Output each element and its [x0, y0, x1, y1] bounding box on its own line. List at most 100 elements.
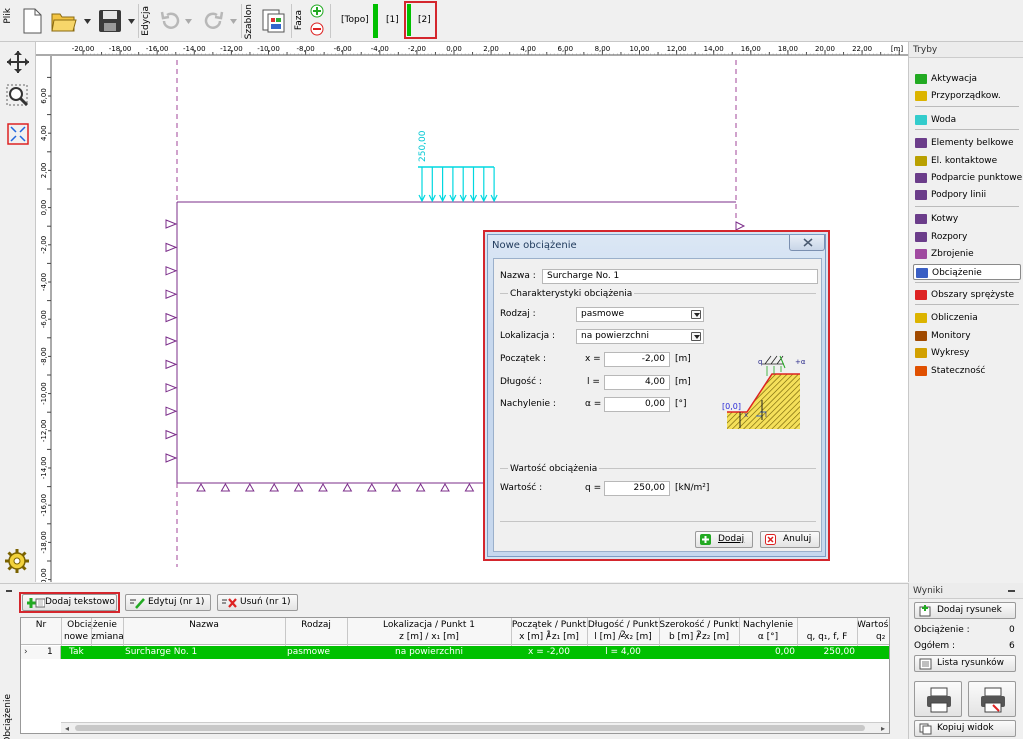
results-load-count: 0 — [1009, 625, 1015, 635]
value-input[interactable]: 250,00 — [604, 481, 670, 496]
mode-item-calc[interactable]: Obliczenia — [913, 310, 1021, 326]
mode-item-water[interactable]: Woda — [913, 112, 1021, 128]
mode-item-line-support[interactable]: Podpory linii — [913, 187, 1021, 203]
start-input[interactable]: -2,00 — [604, 352, 670, 367]
mode-item-elastic[interactable]: Obszary sprężyste — [913, 287, 1021, 303]
undo-icon[interactable] — [156, 4, 184, 38]
characteristics-group-label: Charakterystyki obciążenia — [508, 289, 635, 299]
file-menu-label[interactable]: Plik — [3, 8, 13, 24]
save-file-icon[interactable] — [96, 4, 124, 38]
col-new[interactable]: nowe — [61, 632, 91, 642]
mode-item-beam[interactable]: Elementy belkowe — [913, 135, 1021, 151]
view-toolbar — [0, 42, 36, 582]
col-type[interactable]: Rodzaj — [285, 620, 347, 630]
col-location[interactable]: Lokalizacja / Punkt 1 — [347, 620, 511, 630]
dialog-close-button[interactable] — [789, 235, 825, 251]
length-input[interactable]: 4,00 — [604, 375, 670, 390]
remove-phase-icon[interactable] — [310, 22, 324, 39]
pan-icon[interactable] — [6, 50, 30, 77]
scrollbar-thumb[interactable] — [75, 725, 865, 731]
redo-icon[interactable] — [200, 4, 228, 38]
new-file-icon[interactable] — [18, 4, 46, 38]
add-text-button[interactable]: Dodaj tekstowo — [22, 594, 117, 611]
add-button[interactable]: Dodaj — [695, 531, 753, 548]
phase-menu-label[interactable]: Faza — [294, 10, 304, 30]
line-support-icon — [915, 190, 927, 200]
edit-label: Edytuj (nr 1) — [148, 597, 205, 607]
name-input[interactable]: Surcharge No. 1 — [542, 269, 818, 284]
edit-button[interactable]: Edytuj (nr 1) — [125, 594, 211, 611]
chevron-down-icon[interactable] — [691, 332, 701, 341]
col-name[interactable]: Nazwa — [123, 620, 285, 630]
surcharge-load — [418, 166, 498, 203]
undo-dropdown-icon[interactable] — [185, 18, 193, 28]
drawing-list-button[interactable]: Lista rysunków — [914, 655, 1016, 672]
mode-item-contact[interactable]: El. kontaktowe — [913, 153, 1021, 169]
mode-item-monitor[interactable]: Monitory — [913, 328, 1021, 344]
zoom-extents-icon[interactable] — [6, 122, 30, 149]
template-icon[interactable] — [259, 4, 287, 38]
phase-tab-2[interactable]: [2] — [418, 15, 431, 25]
add-phase-icon[interactable] — [310, 4, 324, 21]
zoom-icon[interactable] — [6, 84, 30, 111]
col-value[interactable]: Wartoś — [857, 620, 891, 630]
mode-item-graph[interactable]: Wykresy — [913, 345, 1021, 361]
stability-icon — [915, 366, 927, 376]
results-total-label: Ogółem : — [914, 641, 956, 651]
y-tick-label: -8,00 — [40, 347, 48, 365]
chevron-down-icon[interactable] — [691, 310, 701, 319]
mode-item-anchor[interactable]: Kotwy — [913, 211, 1021, 227]
mode-item-stability[interactable]: Stateczność — [913, 363, 1021, 379]
col-start-sub: x [m] / z₁ [m] — [519, 632, 579, 642]
results-panel: Wyniki Dodaj rysunek Obciążenie : 0 Ogół… — [908, 583, 1023, 739]
add-drawing-button[interactable]: Dodaj rysunek — [914, 602, 1016, 619]
col-incl[interactable]: Nachylenie — [739, 620, 797, 630]
row-nr: 1 — [47, 647, 53, 657]
y-tick-label: -4,00 — [40, 273, 48, 291]
mode-item-activation[interactable]: Aktywacja — [913, 71, 1021, 87]
col-change[interactable]: zmiana — [91, 632, 124, 642]
panel-pin-icon[interactable] — [6, 590, 12, 592]
col-nr[interactable]: Nr — [23, 620, 59, 630]
phase-tab-topo[interactable]: [Topo] — [341, 15, 369, 25]
inclination-input[interactable]: 0,00 — [604, 397, 670, 412]
phase-tab-2-highlight[interactable]: [2] — [404, 1, 437, 39]
y-tick-label: -16,00 — [40, 494, 48, 517]
location-label: Lokalizacja : — [500, 331, 556, 341]
cancel-button[interactable]: Anuluj — [760, 531, 820, 548]
value-group-label: Wartość obciążenia — [508, 464, 600, 474]
template-menu-label[interactable]: Szablon — [244, 4, 254, 39]
mode-item-strut[interactable]: Rozpory — [913, 229, 1021, 245]
settings-icon[interactable] — [4, 548, 30, 577]
modes-panel: Tryby Aktywacja Przyporządkow. Woda Element… — [908, 42, 1023, 582]
phase-tab-1[interactable]: [1] — [386, 15, 399, 25]
results-pin-icon[interactable] — [1008, 590, 1015, 592]
redo-dropdown-icon[interactable] — [230, 18, 238, 28]
col-load[interactable]: Obciążenie — [61, 620, 123, 630]
delete-button[interactable]: Usuń (nr 1) — [217, 594, 298, 611]
inclination-unit: [°] — [675, 399, 687, 409]
loads-table[interactable]: Nr Obciążenie nowe zmiana Nazwa Rodzaj L… — [20, 617, 890, 734]
row-name: Surcharge No. 1 — [125, 647, 198, 657]
col-location-sub: z [m] / x₁ [m] — [399, 632, 459, 642]
y-tick-label: 0,00 — [40, 200, 48, 216]
mode-item-point-support[interactable]: Podparcie punktowe — [913, 170, 1022, 186]
save-dropdown-icon[interactable] — [128, 18, 136, 28]
copy-view-button[interactable]: Kopiuj widok — [914, 720, 1016, 737]
type-select[interactable]: pasmowe — [576, 307, 704, 322]
contact-icon — [915, 156, 927, 166]
edit-menu-label[interactable]: Edycja — [141, 6, 151, 36]
open-dropdown-icon[interactable] — [84, 18, 92, 28]
mode-item-load[interactable]: Obciążenie — [913, 264, 1021, 280]
beam-icon — [915, 138, 927, 148]
open-file-icon[interactable] — [50, 4, 78, 38]
app-window: Plik Edycja Szablon Faza [Topo] [1] [2] … — [0, 0, 1023, 739]
horizontal-scrollbar[interactable]: ◂ ▸ — [61, 722, 889, 733]
print-export-button[interactable] — [968, 681, 1016, 717]
location-select[interactable]: na powierzchni — [576, 329, 704, 344]
mode-item-assign[interactable]: Przyporządkow. — [913, 88, 1021, 104]
water-icon — [915, 115, 927, 125]
mode-item-reinforcement[interactable]: Zbrojenie — [913, 246, 1021, 262]
print-button[interactable] — [914, 681, 962, 717]
inclination-var: α = — [585, 399, 602, 409]
